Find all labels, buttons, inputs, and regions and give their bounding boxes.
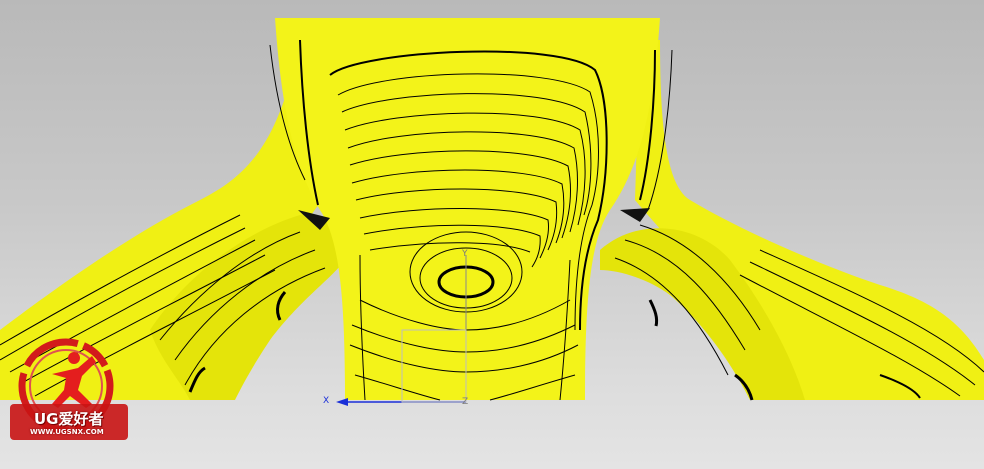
watermark-logo: UG爱好者 WWW.UGSNX.COM — [8, 334, 134, 444]
right-crotch-shadow — [620, 208, 650, 222]
y-axis-label: Y — [462, 249, 468, 259]
model-render[interactable] — [0, 0, 984, 469]
watermark-brand: UG爱好者 — [34, 410, 104, 428]
right-branch-surface — [635, 40, 984, 400]
running-figure-icon — [52, 352, 96, 408]
watermark-url: WWW.UGSNX.COM — [30, 428, 104, 436]
graphics-viewport[interactable]: X Y Z UG爱好者 WWW.UGSNX.COM — [0, 0, 984, 469]
x-axis-label: X — [323, 396, 330, 406]
z-axis-label: Z — [462, 397, 469, 407]
